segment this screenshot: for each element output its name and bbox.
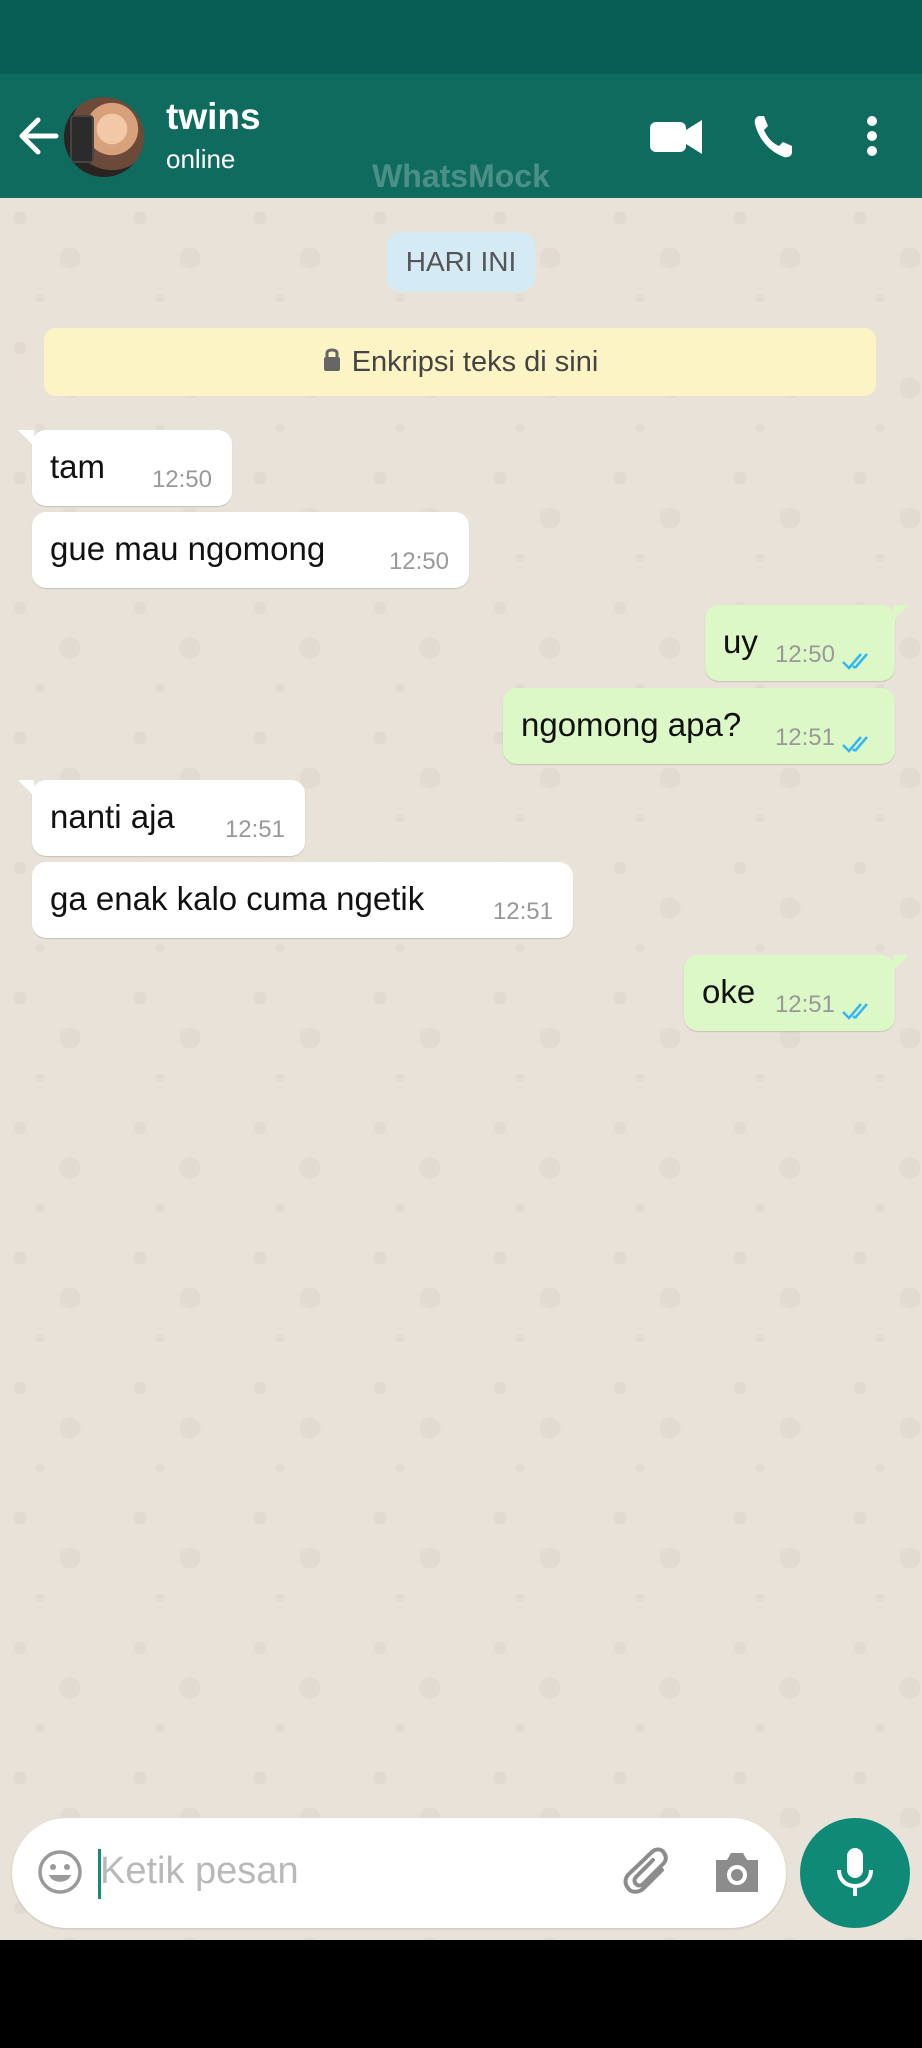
- encryption-notice-text: Enkripsi teks di sini: [351, 346, 599, 378]
- message-bubble-incoming[interactable]: nanti aja 12:51: [18, 780, 305, 856]
- status-bar: [0, 0, 922, 74]
- message-time: 12:50: [774, 641, 835, 668]
- video-call-icon[interactable]: [648, 104, 704, 168]
- message-text: oke: [702, 973, 756, 1010]
- message-bubble-outgoing[interactable]: ngomong apa? 12:51: [503, 688, 895, 764]
- message-time: 12:51: [774, 991, 835, 1018]
- emoji-icon[interactable]: [36, 1848, 84, 1901]
- system-nav-bar: [0, 1940, 922, 2048]
- message-time: 12:51: [492, 898, 553, 925]
- back-arrow-icon[interactable]: [16, 108, 64, 164]
- message-time: 12:50: [388, 548, 449, 575]
- encryption-notice[interactable]: Enkripsi teks di sini: [44, 328, 876, 396]
- paperclip-icon[interactable]: [622, 1846, 676, 1905]
- message-time: 12:51: [224, 816, 285, 843]
- message-time: 12:50: [151, 466, 212, 493]
- message-bubble-outgoing[interactable]: uy 12:50: [705, 605, 909, 681]
- message-text: nanti aja: [50, 798, 175, 835]
- message-bubble-incoming[interactable]: gue mau ngomong 12:50: [32, 512, 469, 588]
- chat-header: twins online WhatsMock: [0, 74, 922, 198]
- message-text: ngomong apa?: [521, 706, 742, 743]
- lock-icon: [322, 329, 342, 397]
- microphone-icon: [837, 1848, 873, 1896]
- message-text: tam: [50, 448, 106, 485]
- message-bubble-incoming[interactable]: tam 12:50: [18, 430, 232, 506]
- more-vert-icon[interactable]: [862, 104, 882, 168]
- contact-name[interactable]: twins: [166, 96, 261, 138]
- message-text: gue mau ngomong: [50, 530, 326, 567]
- message-bubble-outgoing[interactable]: oke 12:51: [684, 955, 909, 1031]
- message-input[interactable]: Ketik pesan: [100, 1850, 299, 1893]
- message-bubble-incoming[interactable]: ga enak kalo cuma ngetik 12:51: [32, 862, 573, 938]
- message-text: ga enak kalo cuma ngetik: [50, 880, 425, 917]
- message-text: uy: [723, 623, 758, 660]
- camera-icon[interactable]: [712, 1848, 762, 1901]
- message-composer: Ketik pesan: [12, 1818, 786, 1928]
- microphone-button[interactable]: [800, 1818, 910, 1928]
- phone-icon[interactable]: [750, 104, 800, 168]
- message-time: 12:51: [774, 724, 835, 751]
- double-check-icon: [841, 726, 879, 753]
- double-check-icon: [841, 643, 879, 670]
- double-check-icon: [841, 993, 879, 1020]
- date-chip: HARI INI: [387, 232, 535, 292]
